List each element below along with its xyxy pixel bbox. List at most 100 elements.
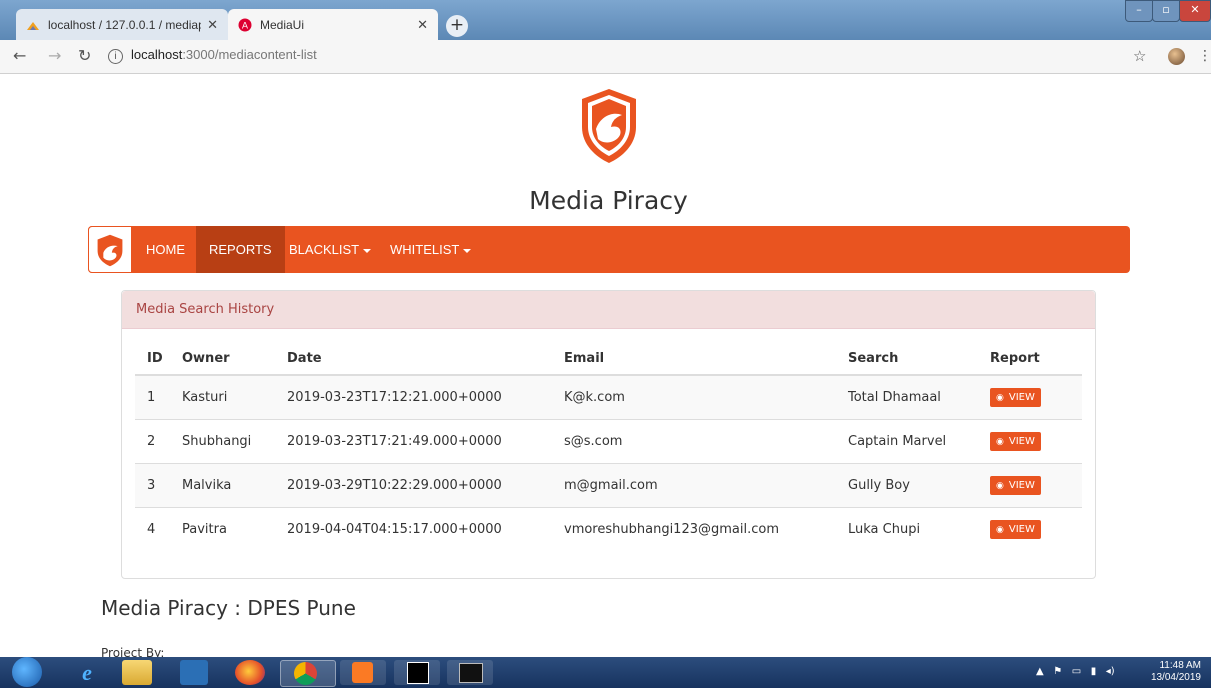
tab-phpmyadmin[interactable]: localhost / 127.0.0.1 / mediapirac ✕ — [16, 9, 228, 40]
intellij-icon[interactable] — [394, 660, 440, 685]
new-tab-button[interactable]: + — [446, 15, 468, 37]
cell-report: ◉ VIEW — [978, 463, 1082, 508]
eye-icon: ◉ — [996, 524, 1004, 535]
main-navbar: HOME REPORTS BLACKLIST WHITELIST — [88, 226, 1130, 273]
nav-home-label: HOME — [146, 242, 185, 257]
cell-email: vmoreshubhangi123@gmail.com — [552, 507, 836, 551]
view-report-button[interactable]: ◉ VIEW — [990, 388, 1041, 407]
navbar-logo-icon[interactable] — [88, 226, 132, 273]
media-player-icon[interactable] — [180, 660, 208, 685]
nav-blacklist-label: BLACKLIST — [289, 242, 360, 257]
back-icon[interactable]: ← — [13, 48, 26, 64]
view-button-label: VIEW — [1008, 392, 1035, 403]
nav-whitelist[interactable]: WHITELIST — [377, 226, 484, 273]
view-button-label: VIEW — [1008, 480, 1035, 491]
xampp-logo-icon — [352, 662, 373, 683]
col-header-report: Report — [978, 342, 1082, 376]
xampp-icon[interactable] — [340, 660, 386, 685]
start-button[interactable] — [12, 657, 42, 687]
info-icon[interactable]: i — [108, 49, 123, 64]
panel-title: Media Search History — [122, 291, 1095, 329]
file-explorer-icon[interactable] — [122, 660, 152, 685]
browser-toolbar: ← → ↻ i localhost:3000/mediacontent-list … — [0, 40, 1211, 74]
footer-title: Media Piracy : DPES Pune — [101, 596, 356, 620]
cell-search: Luka Chupi — [836, 507, 978, 551]
firefox-icon[interactable] — [235, 660, 265, 685]
phpmyadmin-icon — [27, 21, 39, 30]
col-header-search: Search — [836, 342, 978, 376]
address-bar[interactable]: i localhost:3000/mediacontent-list — [108, 47, 317, 64]
cell-report: ◉ VIEW — [978, 419, 1082, 464]
view-report-button[interactable]: ◉ VIEW — [990, 520, 1041, 539]
eye-icon: ◉ — [996, 480, 1004, 491]
cell-report: ◉ VIEW — [978, 374, 1082, 420]
cell-date: 2019-03-29T10:22:29.000+0000 — [275, 463, 552, 508]
cell-owner: Malvika — [170, 463, 275, 508]
close-icon[interactable]: ✕ — [207, 17, 218, 33]
cell-id: 4 — [135, 507, 170, 551]
cell-id: 2 — [135, 419, 170, 464]
cmd-icon[interactable] — [447, 660, 493, 685]
search-history-panel: Media Search History ID Owner Date Email… — [121, 290, 1096, 579]
chrome-icon[interactable] — [280, 660, 336, 687]
nav-blacklist[interactable]: BLACKLIST — [276, 226, 384, 273]
eye-icon: ◉ — [996, 436, 1004, 447]
chrome-logo-icon — [294, 662, 317, 685]
table-header-row: ID Owner Date Email Search Report — [135, 342, 1082, 376]
table-row: 4 Pavitra 2019-04-04T04:15:17.000+0000 v… — [135, 507, 1082, 551]
menu-dots-icon[interactable]: ⋮ — [1198, 48, 1211, 64]
media-piracy-logo — [582, 89, 636, 163]
cell-id: 3 — [135, 463, 170, 508]
clock-date: 13/04/2019 — [1150, 672, 1201, 683]
col-header-id: ID — [135, 342, 170, 376]
cell-id: 1 — [135, 374, 170, 420]
tab-label: MediaUi — [260, 17, 305, 32]
clock-time: 11:48 AM — [1159, 660, 1201, 671]
forward-icon[interactable]: → — [48, 48, 61, 64]
nav-reports[interactable]: REPORTS — [196, 226, 285, 273]
cell-email: K@k.com — [552, 374, 836, 420]
maximize-button[interactable]: ▫ — [1152, 0, 1180, 22]
url-host: localhost — [131, 47, 183, 62]
caret-down-icon — [463, 248, 472, 253]
cell-owner: Shubhangi — [170, 419, 275, 464]
bookmark-star-icon[interactable]: ☆ — [1133, 48, 1146, 64]
cell-owner: Kasturi — [170, 374, 275, 420]
os-taskbar: e ▲ ⚑ ▭ ▮ ◂) 11:48 AM 13/04/2019 — [0, 657, 1211, 688]
table-row: 1 Kasturi 2019-03-23T17:12:21.000+0000 K… — [135, 374, 1082, 420]
system-clock[interactable]: 11:48 AM 13/04/2019 — [1151, 660, 1201, 684]
cell-search: Total Dhamaal — [836, 374, 978, 420]
cell-search: Gully Boy — [836, 463, 978, 508]
cell-report: ◉ VIEW — [978, 507, 1082, 551]
close-icon[interactable]: ✕ — [417, 17, 428, 33]
reload-icon[interactable]: ↻ — [78, 48, 91, 64]
cell-owner: Pavitra — [170, 507, 275, 551]
url-path: :3000/mediacontent-list — [182, 47, 317, 62]
profile-avatar[interactable] — [1168, 48, 1185, 65]
cell-date: 2019-03-23T17:21:49.000+0000 — [275, 419, 552, 464]
page-title: Media Piracy — [529, 186, 688, 215]
angular-icon: A — [238, 18, 252, 31]
tab-label: localhost / 127.0.0.1 / mediapirac — [48, 17, 201, 32]
nav-whitelist-label: WHITELIST — [390, 242, 460, 257]
cell-date: 2019-04-04T04:15:17.000+0000 — [275, 507, 552, 551]
view-report-button[interactable]: ◉ VIEW — [990, 432, 1041, 451]
browser-tabstrip: localhost / 127.0.0.1 / mediapirac ✕ A M… — [0, 0, 1211, 40]
ie-icon[interactable]: e — [68, 660, 106, 685]
view-button-label: VIEW — [1008, 436, 1035, 447]
cell-email: m@gmail.com — [552, 463, 836, 508]
col-header-email: Email — [552, 342, 836, 376]
tab-mediaui[interactable]: A MediaUi ✕ — [228, 9, 438, 40]
close-window-button[interactable]: ✕ — [1179, 0, 1211, 22]
minimize-button[interactable]: – — [1125, 0, 1153, 22]
svg-text:A: A — [242, 21, 249, 31]
table-row: 2 Shubhangi 2019-03-23T17:21:49.000+0000… — [135, 419, 1082, 464]
view-button-label: VIEW — [1008, 524, 1035, 535]
view-report-button[interactable]: ◉ VIEW — [990, 476, 1041, 495]
cell-search: Captain Marvel — [836, 419, 978, 464]
col-header-date: Date — [275, 342, 552, 376]
search-history-table: ID Owner Date Email Search Report 1 Kast… — [135, 342, 1082, 551]
eye-icon: ◉ — [996, 392, 1004, 403]
system-tray-icons[interactable]: ▲ ⚑ ▭ ▮ ◂) — [1036, 666, 1115, 677]
nav-home[interactable]: HOME — [133, 226, 198, 273]
